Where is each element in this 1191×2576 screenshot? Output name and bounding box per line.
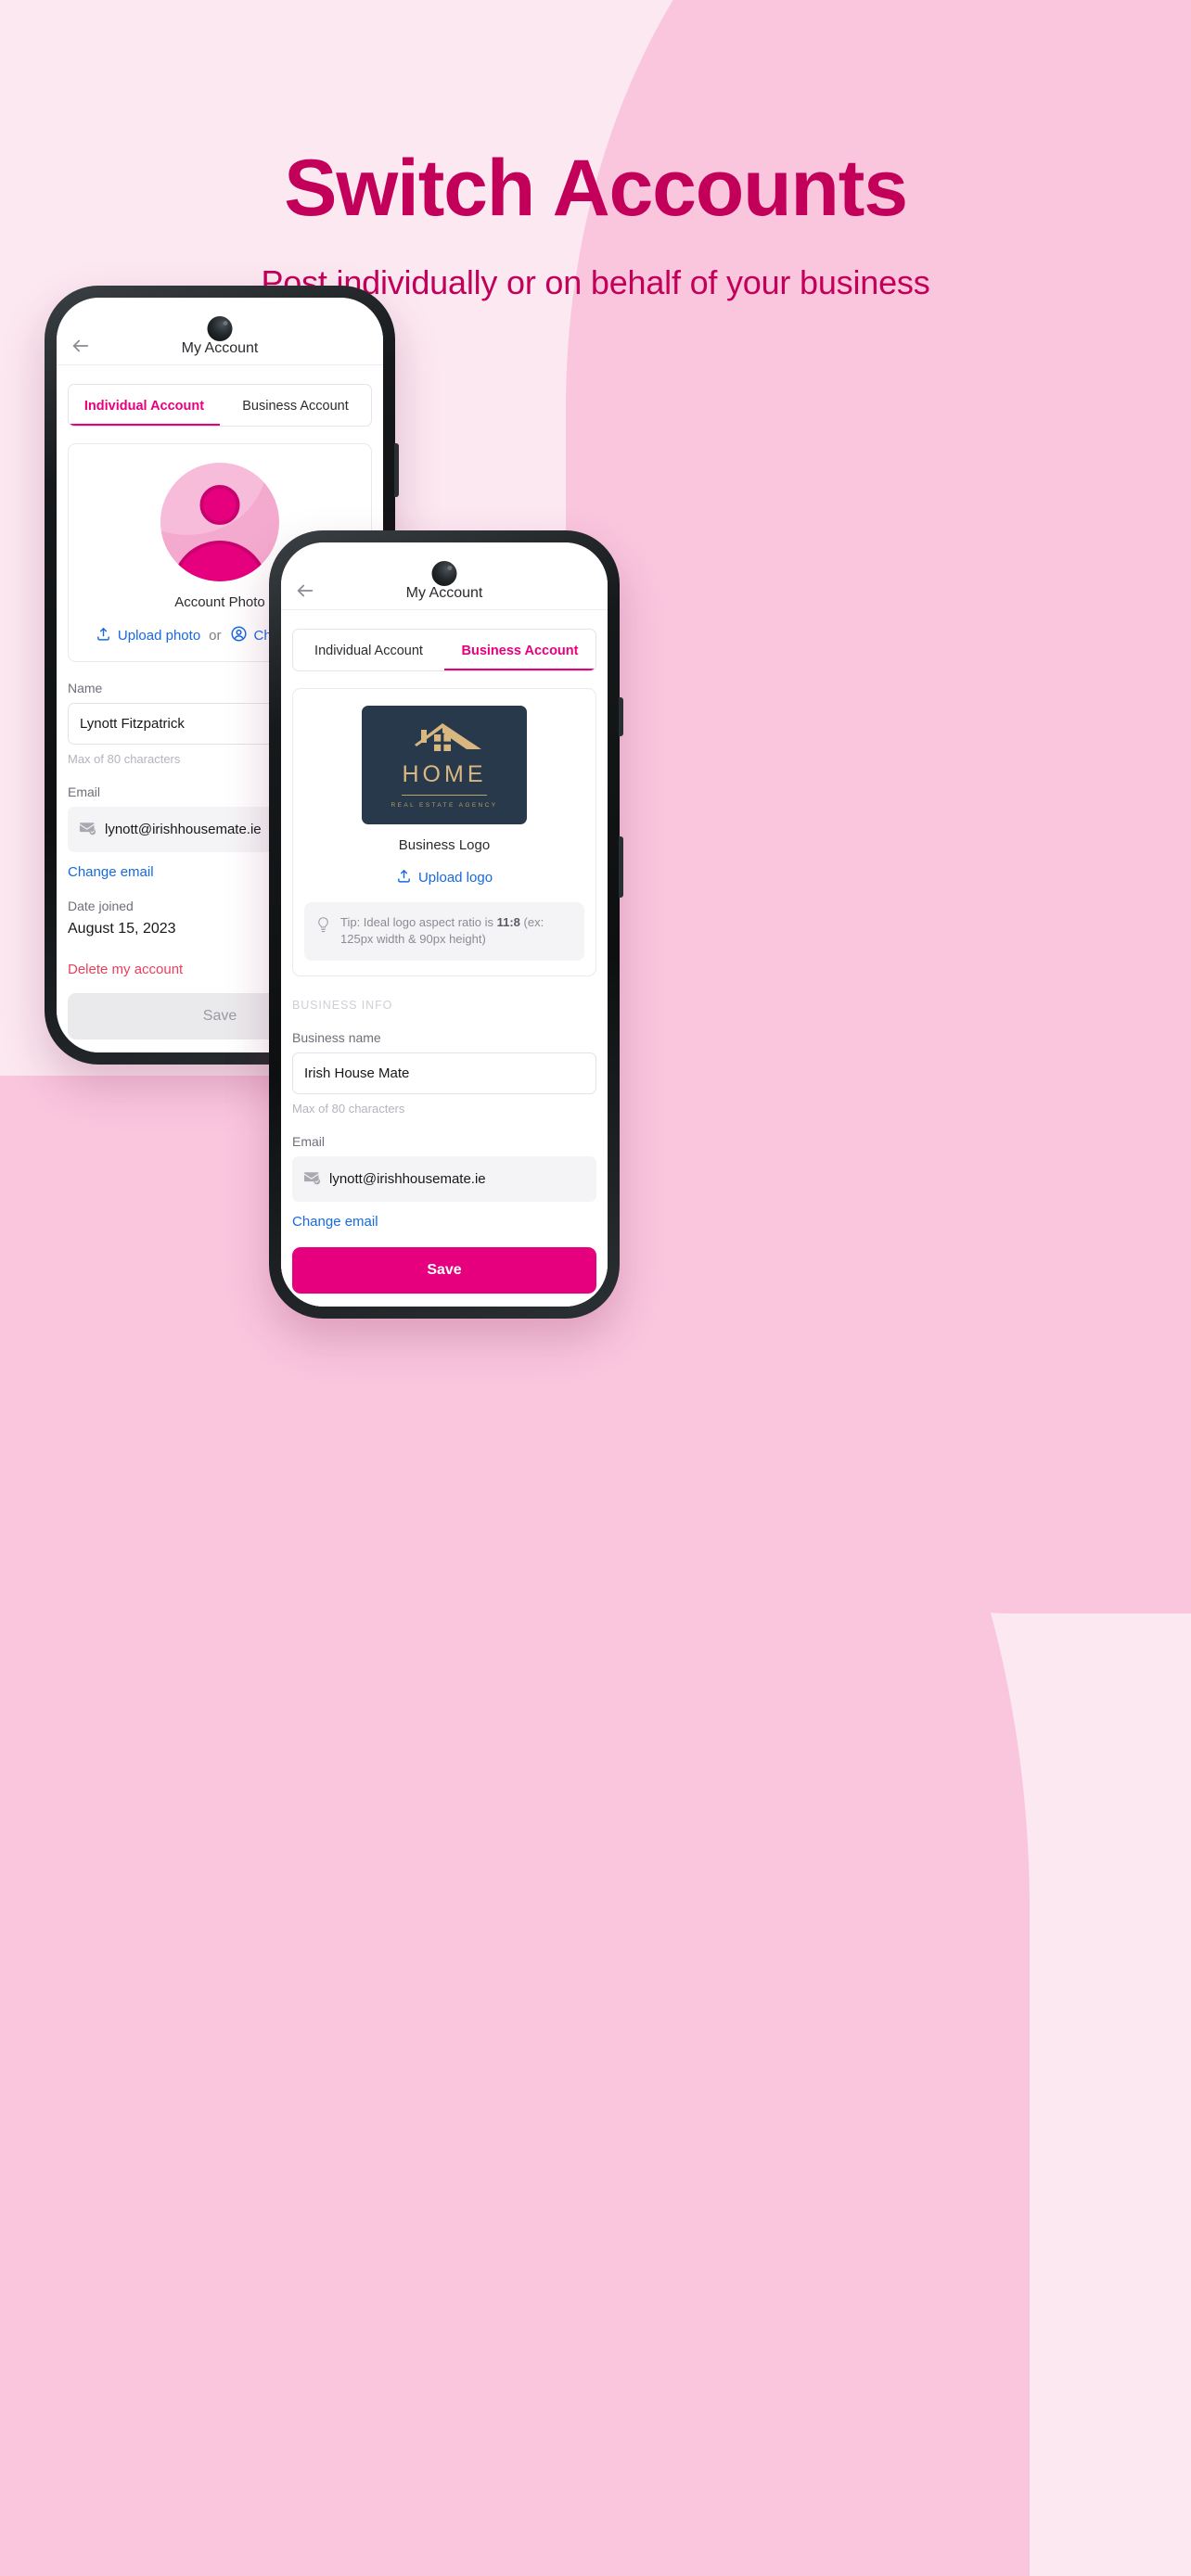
business-logo-card: HOME REAL ESTATE AGENCY Business Logo Up… — [292, 688, 596, 976]
phone2-scroll-body[interactable]: HOME REAL ESTATE AGENCY Business Logo Up… — [281, 671, 608, 1236]
phone2-bottom-bar: Save — [281, 1236, 608, 1307]
tip-prefix: Tip: Ideal logo aspect ratio is — [340, 915, 497, 929]
upload-photo-label: Upload photo — [117, 628, 201, 644]
phone1-tabs-container: Individual Account Business Account — [57, 365, 383, 427]
page-title: Switch Accounts — [284, 144, 908, 233]
phone2-camera-icon — [431, 561, 457, 586]
house-roof-icon — [405, 721, 483, 759]
arrow-left-icon[interactable] — [294, 580, 316, 602]
business-email-value: lynott@irishhousemate.ie — [329, 1170, 486, 1187]
business-logo-subtitle: REAL ESTATE AGENCY — [391, 802, 498, 809]
phone1-side-button — [394, 443, 399, 497]
promo-header: Switch Accounts Post individually or on … — [0, 0, 1191, 302]
phone-mockup-business: My Account Individual Account Business A… — [269, 530, 623, 1319]
phone1-appbar-title: My Account — [181, 340, 259, 356]
business-change-email-link[interactable]: Change email — [292, 1214, 596, 1230]
business-name-input[interactable]: Irish House Mate — [292, 1052, 596, 1094]
business-email-readonly-field: lynott@irishhousemate.ie — [292, 1155, 596, 1202]
phone2-appbar-title: My Account — [405, 585, 483, 601]
business-logo-actions: Upload logo — [304, 868, 584, 887]
business-logo-word: HOME — [402, 761, 487, 787]
verified-envelope-icon — [303, 1168, 321, 1190]
tab-business-account[interactable]: Business Account — [444, 630, 596, 670]
arrow-left-icon[interactable] — [70, 335, 92, 357]
tip-ratio: 11:8 — [496, 915, 520, 929]
business-info-section-label: BUSINESS INFO — [292, 998, 393, 1012]
logo-tip-text: Tip: Ideal logo aspect ratio is 11:8 (ex… — [340, 914, 573, 949]
business-account-screen: My Account Individual Account Business A… — [281, 542, 608, 1307]
business-logo-caption: Business Logo — [398, 837, 491, 853]
upload-icon — [396, 868, 412, 887]
upload-logo-label: Upload logo — [417, 870, 493, 886]
phone2-tabs: Individual Account Business Account — [292, 629, 596, 671]
upload-logo-button[interactable]: Upload logo — [396, 868, 493, 887]
phone1-tabs: Individual Account Business Account — [68, 384, 372, 427]
business-logo-image: HOME REAL ESTATE AGENCY — [362, 706, 527, 824]
email-value: lynott@irishhousemate.ie — [105, 822, 262, 837]
phone1-camera-icon — [207, 316, 233, 341]
phone2-side-button-2 — [619, 836, 623, 898]
user-avatar-icon — [160, 463, 279, 581]
business-logo-rule — [402, 795, 487, 796]
phone2-side-button-1 — [619, 697, 623, 736]
verified-envelope-icon — [79, 819, 96, 840]
phone2-screen-surface: My Account Individual Account Business A… — [281, 542, 608, 1307]
tab-business-account[interactable]: Business Account — [220, 385, 371, 426]
logo-tip-box: Tip: Ideal logo aspect ratio is 11:8 (ex… — [304, 902, 584, 961]
lightbulb-icon — [315, 916, 331, 937]
phone2-tabs-container: Individual Account Business Account — [281, 610, 608, 671]
user-circle-icon — [230, 625, 248, 646]
or-separator-label: or — [209, 628, 222, 644]
business-name-helper-text: Max of 80 characters — [292, 1101, 405, 1116]
business-name-label: Business name — [292, 1029, 381, 1045]
tab-individual-account[interactable]: Individual Account — [293, 630, 444, 670]
business-email-label: Email — [292, 1133, 326, 1149]
save-button-business[interactable]: Save — [292, 1247, 596, 1294]
tab-individual-account[interactable]: Individual Account — [69, 385, 220, 426]
upload-photo-button[interactable]: Upload photo — [96, 626, 200, 645]
upload-icon — [96, 626, 111, 645]
